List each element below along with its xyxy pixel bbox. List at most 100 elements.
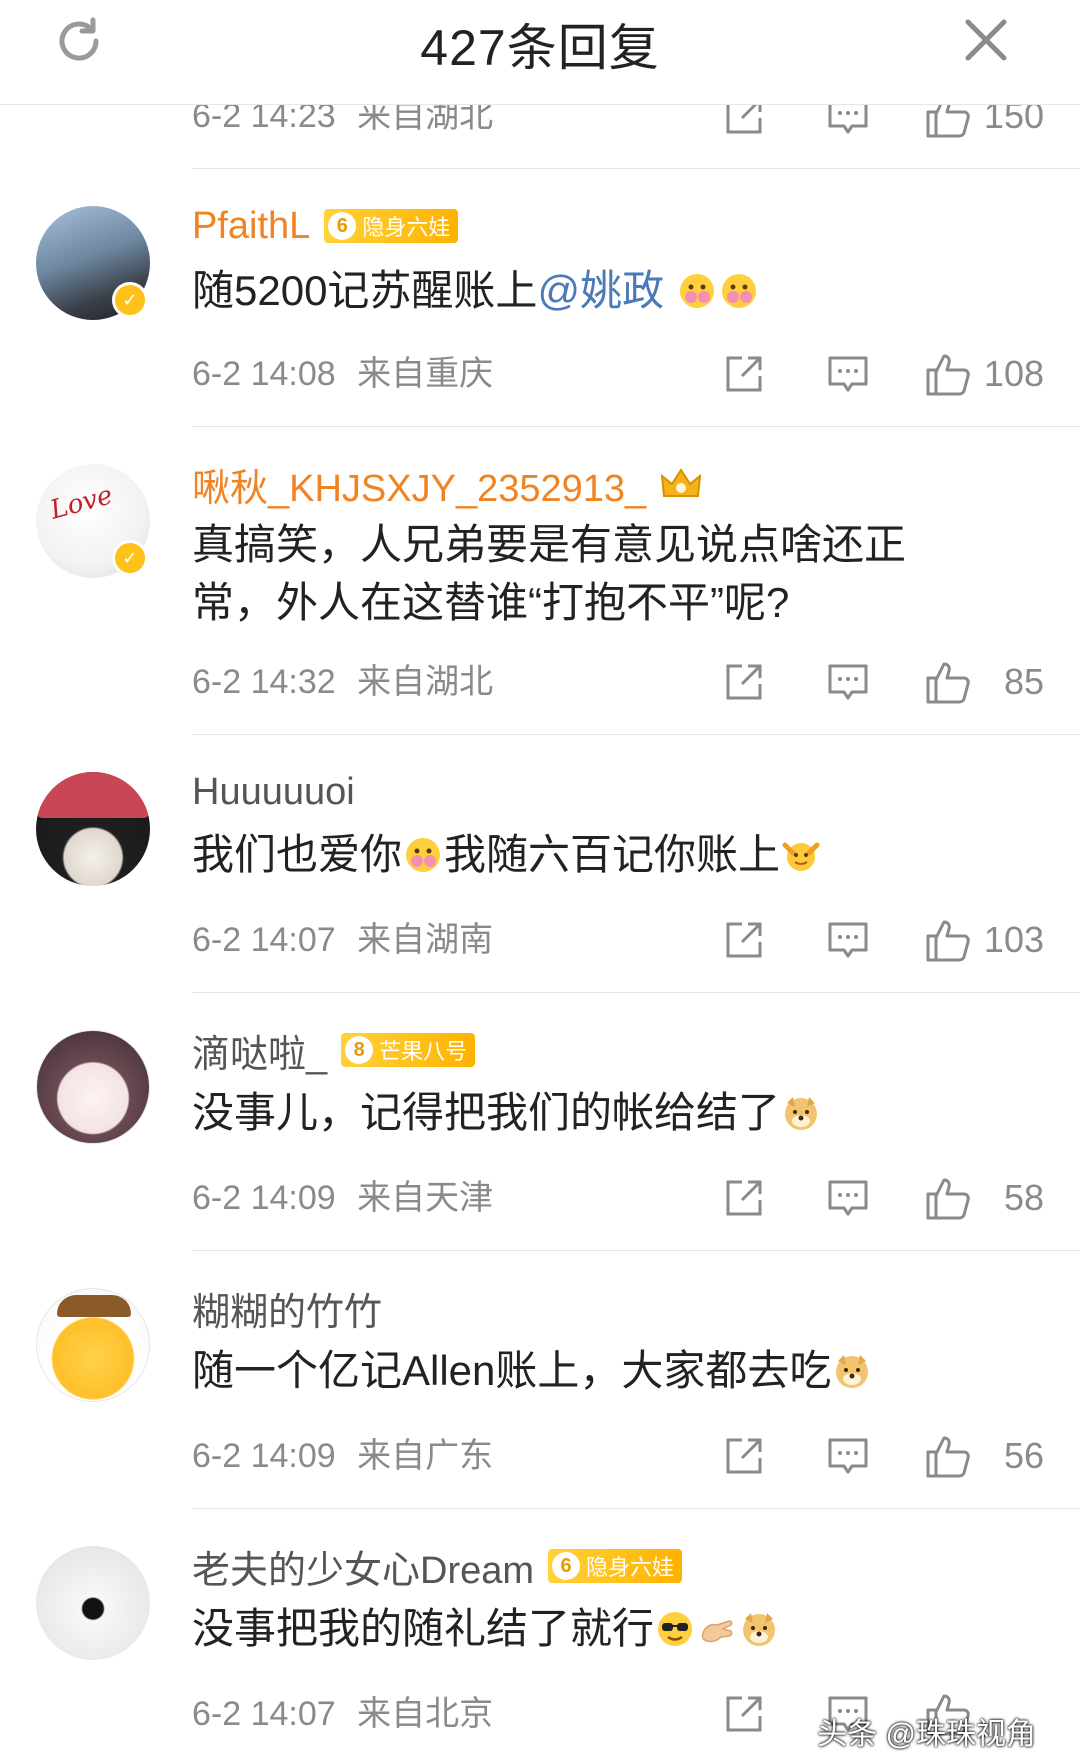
comment-meta: 6-2 14:08 来自重庆 108 [192,352,1080,396]
comment-text: 真搞笑，人兄弟要是有意见说点啥还正常，外人在这替谁“打抱不平”呢? [192,521,907,626]
like-icon[interactable] [924,916,972,964]
sunglasses-emoji-icon [658,1612,693,1646]
comment-time: 6-2 14:07 [192,1695,336,1733]
share-icon[interactable] [722,352,766,396]
comment-meta: 6-2 14:07 来自湖南 103 [192,918,1080,962]
crown-icon [660,468,702,497]
avatar[interactable] [36,772,150,886]
username[interactable]: 啾秋_KHJSXJY_2352913_ [192,457,646,512]
verified-icon: ✓ [112,282,148,318]
avatar[interactable] [36,1288,150,1402]
username-row: Huuuuuoi [192,768,355,816]
comment-meta: 6-2 14:32 来自湖北 85 [192,660,1080,704]
member-badge: 6 隐身六娃 [324,209,459,243]
comment-text: 没事儿，记得把我们的帐给结了 [192,1084,972,1142]
username-row: 滴哒啦_ 8 芒果八号 [192,1026,476,1076]
username[interactable]: 糊糊的竹竹 [192,1281,382,1336]
username-row: 糊糊的竹竹 [192,1284,382,1334]
username-row: PfaithL 6 隐身六娃 [192,202,459,250]
like-count: 56 [1003,1435,1044,1476]
divider [192,1250,1080,1251]
comment-icon[interactable] [826,1434,870,1478]
username[interactable]: 老夫的少女心Dream [192,1539,534,1594]
badge-text: 芒果八号 [379,1039,468,1064]
like-count: 85 [1003,661,1044,702]
comment-actions: 58 [722,1176,1044,1220]
username[interactable]: PfaithL [192,205,310,248]
mention-link[interactable]: @姚政 [537,267,664,314]
comment-icon[interactable] [826,1176,870,1220]
comment-text-part: 没事把我的随礼结了就行 [192,1605,655,1652]
comment-time: 6-2 14:32 [192,663,336,701]
comment-text-part: 我随六百记你账上 [444,831,781,878]
comment-location: 来自广东 [357,1437,494,1475]
comment-location: 来自天津 [357,1179,494,1217]
doge-emoji-icon [785,1097,818,1130]
comment-time: 6-2 14:09 [192,1437,336,1475]
like-icon[interactable] [924,1432,972,1480]
comment-text: 随5200记苏醒账上@姚政 [192,262,972,320]
comment-text-part: 随5200记苏醒账上 [192,267,538,314]
flower-face-emoji-icon [679,274,714,308]
cheering-emoji-icon [782,842,820,871]
comment-time: 6-2 14:07 [192,921,336,959]
header-bar: 427条回复 [0,0,1080,105]
share-icon[interactable] [722,918,766,962]
watermark: 头条 @珠珠视角 [817,1718,1036,1751]
comment-text: 没事把我的随礼结了就行 [192,1600,972,1658]
level-number: 6 [552,1552,581,1580]
comment-actions: 85 [722,660,1044,704]
doge-emoji-icon [743,1613,776,1646]
level-number: 6 [328,212,357,240]
comment-actions: 103 [722,918,1044,962]
divider [192,734,1080,735]
share-icon[interactable] [722,660,766,704]
flower-face-emoji-icon [721,274,756,308]
avatar[interactable]: ✓ [36,206,150,320]
badge-text: 隐身六娃 [586,1555,675,1580]
comment-text: 我们也爱你 我随六百记你账上 [192,826,972,884]
comment-location: 来自重庆 [357,355,494,393]
like-count: 103 [983,919,1044,960]
verified-icon: ✓ [112,540,148,576]
avatar[interactable] [36,1546,150,1660]
level-number: 8 [345,1036,374,1064]
like-count: 108 [983,353,1044,394]
comment-meta: 6-2 14:09 来自天津 58 [192,1176,1080,1220]
avatar[interactable] [36,1030,150,1144]
divider [192,168,1080,169]
like-icon[interactable] [924,658,972,706]
comment-text: 随一个亿记Allen账上，大家都去吃 [192,1342,972,1400]
comment-icon[interactable] [826,918,870,962]
like-icon[interactable] [924,350,972,398]
page-title: 427条回复 [420,20,660,76]
comment-location: 来自湖北 [357,663,494,701]
comment-time: 6-2 14:09 [192,1179,336,1217]
flower-face-emoji-icon [406,838,441,872]
comment-actions: 56 [722,1434,1044,1478]
comment-location: 来自湖南 [357,921,494,959]
like-count: 58 [1003,1177,1044,1218]
hand-gesture-emoji-icon [701,1620,733,1643]
share-icon[interactable] [722,1434,766,1478]
member-badge: 8 芒果八号 [341,1033,476,1067]
close-icon[interactable] [964,18,1008,62]
divider [192,992,1080,993]
comment-icon[interactable] [826,660,870,704]
comment-time: 6-2 14:08 [192,355,336,393]
share-icon[interactable] [722,1176,766,1220]
username[interactable]: Huuuuuoi [192,771,355,814]
comment-meta: 6-2 14:09 来自广东 56 [192,1434,1080,1478]
badge-text: 隐身六娃 [362,215,451,240]
share-icon[interactable] [722,1692,766,1736]
username[interactable]: 滴哒啦_ [192,1023,327,1078]
comment-location: 来自北京 [357,1695,494,1733]
avatar[interactable]: Love ✓ [36,464,150,578]
divider [192,426,1080,427]
member-badge: 6 隐身六娃 [548,1549,683,1583]
doge-emoji-icon [836,1355,869,1388]
username-row: 啾秋_KHJSXJY_2352913_ [192,460,702,510]
comment-icon[interactable] [826,352,870,396]
like-icon[interactable] [924,1174,972,1222]
avatar-hat [36,772,150,818]
